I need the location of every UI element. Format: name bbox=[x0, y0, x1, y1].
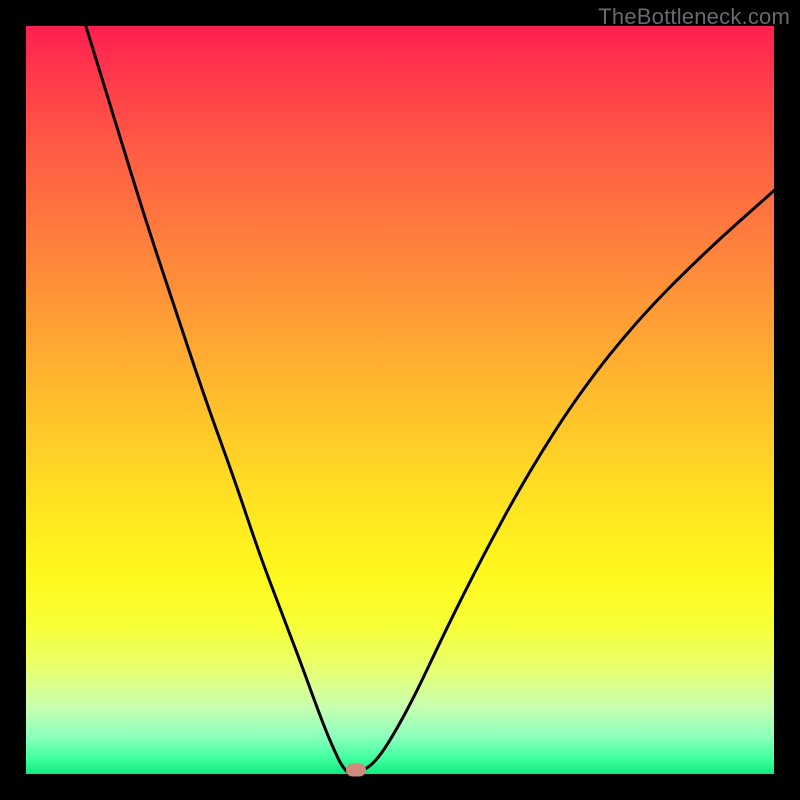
chart-frame: TheBottleneck.com bbox=[0, 0, 800, 800]
optimum-marker bbox=[346, 763, 366, 776]
plot-area bbox=[26, 26, 774, 774]
watermark-label: TheBottleneck.com bbox=[598, 4, 790, 30]
bottleneck-curve bbox=[86, 26, 774, 773]
curve-svg bbox=[26, 26, 774, 774]
